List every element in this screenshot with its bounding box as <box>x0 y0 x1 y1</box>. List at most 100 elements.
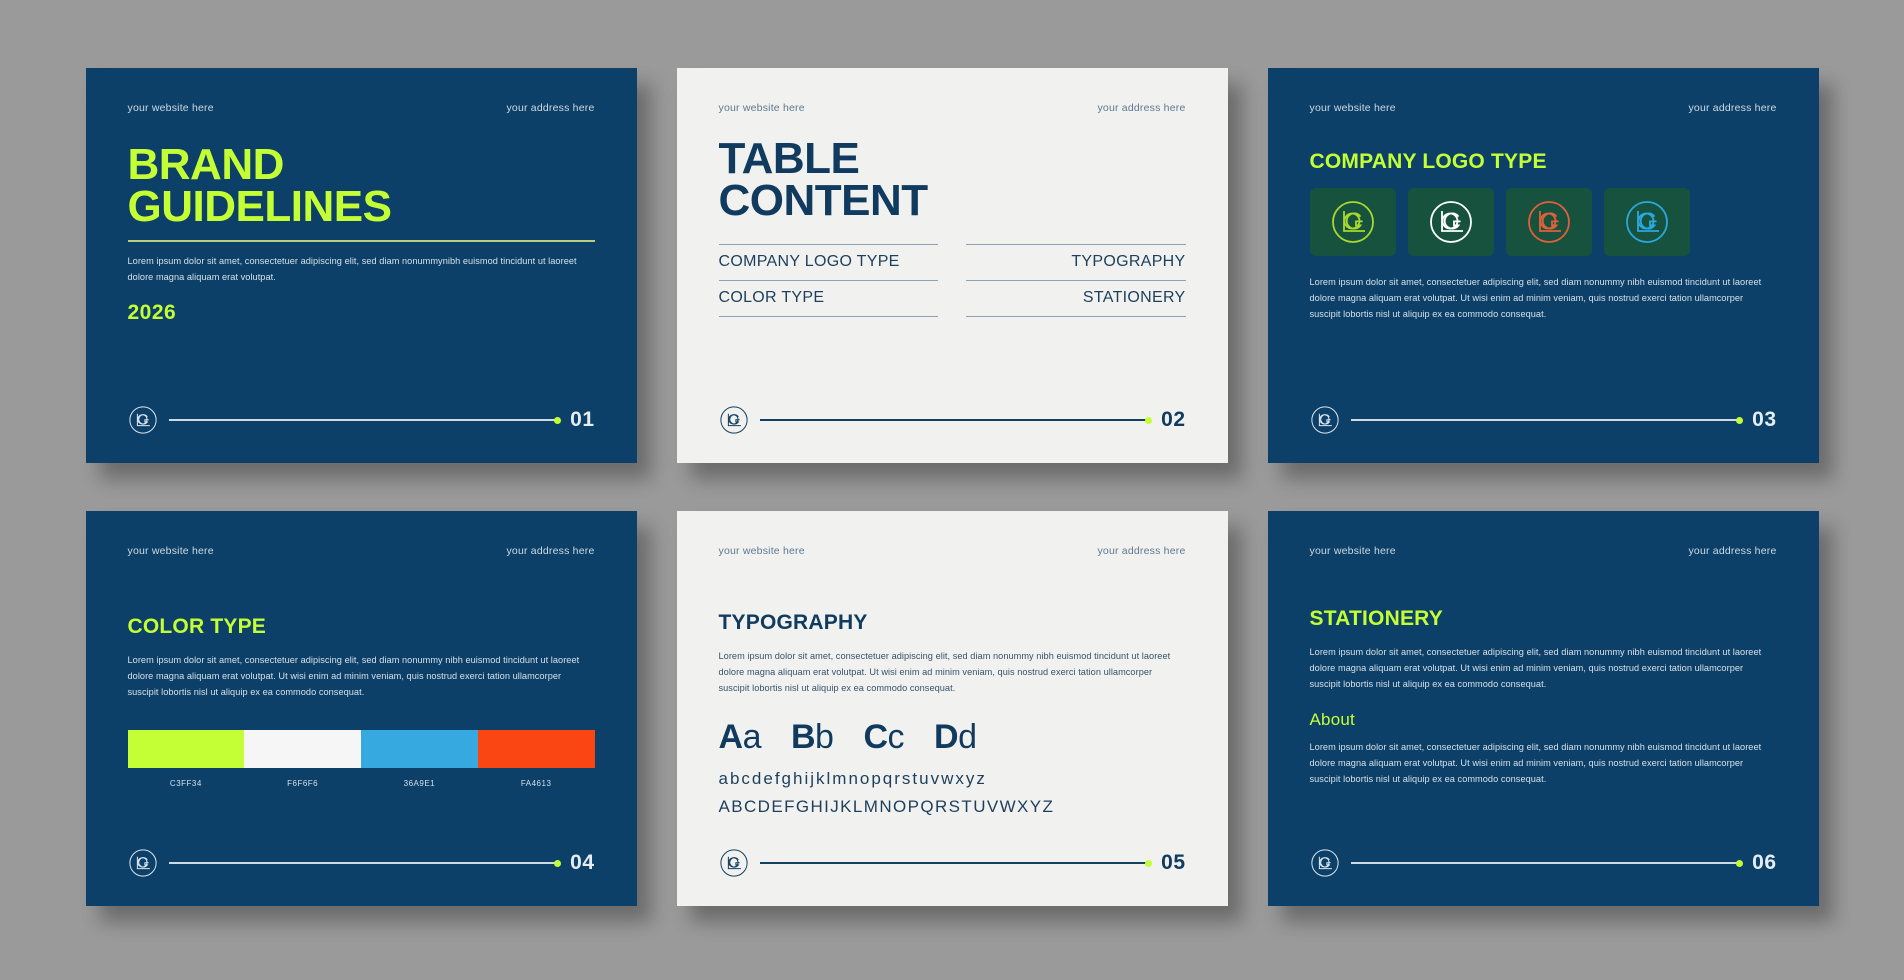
swatch-white[interactable] <box>244 730 361 769</box>
page-number: 05 <box>1161 851 1186 874</box>
cyan-logo-icon <box>1625 201 1668 243</box>
footer-dot-icon <box>1736 859 1744 867</box>
slide-footer: 05 <box>719 840 1186 878</box>
address-label: your address here <box>1097 102 1186 114</box>
page-title: BRAND GUIDELINES <box>128 142 595 228</box>
specimen-upper-a: A <box>718 718 744 757</box>
lime-logo-icon <box>1331 201 1374 243</box>
footer-rule <box>168 416 562 424</box>
typography-description: Lorem ipsum dolor sit amet, consectetuer… <box>718 651 1171 694</box>
toc-item-stationery[interactable]: STATIONERY <box>966 281 1186 318</box>
footer-rule <box>1350 416 1744 424</box>
toc-item-color-type[interactable]: COLOR TYPE <box>718 281 938 318</box>
slide-04-color-type[interactable]: your website here your address here COLO… <box>85 511 637 906</box>
page-title: STATIONERY <box>1309 607 1443 630</box>
address-label: your address here <box>506 545 595 557</box>
page-number: 02 <box>1161 408 1186 431</box>
table-of-contents: COMPANY LOGO TYPE COLOR TYPE TYPOGRAPHY … <box>718 244 1186 318</box>
stationery-description: Lorem ipsum dolor sit amet, consectetuer… <box>1309 647 1762 690</box>
swatch-row <box>127 730 595 769</box>
slide-01-cover[interactable]: your website here your address here BRAN… <box>85 68 637 463</box>
page-title: COMPANY LOGO TYPE <box>1309 150 1547 173</box>
slide-03-company-logo-type[interactable]: your website here your address here COMP… <box>1267 68 1819 463</box>
footer-dot-icon <box>554 859 562 867</box>
lcg-logo-icon <box>128 406 157 434</box>
page-title: COLOR TYPE <box>127 615 267 638</box>
logo-variant-grid <box>1309 188 1777 256</box>
slide-body: BRAND GUIDELINES Lorem ipsum dolor sit a… <box>127 120 595 397</box>
swatch-hex-white: F6F6F6 <box>287 779 319 789</box>
footer-dot-icon <box>1145 416 1153 424</box>
page-title: TYPOGRAPHY <box>718 611 868 634</box>
specimen-aa: Aa <box>718 718 762 757</box>
website-label: your website here <box>127 545 214 557</box>
slide-02-table-content[interactable]: your website here your address here TABL… <box>676 68 1228 463</box>
specimen-dd: Dd <box>934 718 977 757</box>
swatch-hex-blue: 36A9E1 <box>403 779 436 789</box>
lcg-logo-icon <box>128 849 157 877</box>
swatch-orange[interactable] <box>477 730 595 769</box>
toc-item-company-logo-type[interactable]: COMPANY LOGO TYPE <box>718 244 938 282</box>
slide-05-typography[interactable]: your website here your address here TYPO… <box>676 511 1228 906</box>
page-number: 06 <box>1752 851 1777 874</box>
page-number: 03 <box>1752 408 1777 431</box>
alphabet-lowercase: abcdefghijklmnopqrstuvwxyz <box>718 769 987 789</box>
swatch-hex-lime: C3FF34 <box>169 779 202 789</box>
slide-body: COLOR TYPE Lorem ipsum dolor sit amet, c… <box>127 563 595 840</box>
brand-guidelines-deck: your website here your address here BRAN… <box>0 0 1904 980</box>
logo-variant-orange[interactable] <box>1505 188 1592 256</box>
lcg-logo-icon <box>1310 849 1339 877</box>
specimen-lower-b: b <box>815 718 834 757</box>
about-heading: About <box>1309 710 1355 730</box>
logo-variant-lime[interactable] <box>1309 188 1396 256</box>
footer-dot-icon <box>1145 859 1153 867</box>
footer-rule <box>759 416 1153 424</box>
lcg-logo-icon <box>719 849 748 877</box>
specimen-upper-d: D <box>934 718 959 757</box>
logo-variant-cyan[interactable] <box>1603 188 1690 256</box>
slide-footer: 01 <box>128 397 595 435</box>
footer-rule <box>1350 859 1744 867</box>
footer-dot-icon <box>1736 416 1744 424</box>
orange-logo-icon <box>1527 201 1570 243</box>
specimen-lower-a: a <box>742 718 762 757</box>
lcg-logo-icon <box>1310 406 1339 434</box>
slide-footer: 03 <box>1310 397 1777 435</box>
year-label: 2026 <box>127 301 177 325</box>
slide-06-stationery[interactable]: your website here your address here STAT… <box>1267 511 1819 906</box>
logo-description: Lorem ipsum dolor sit amet, consectetuer… <box>1309 277 1762 320</box>
slide-footer: 06 <box>1310 840 1777 878</box>
slide-footer: 02 <box>719 397 1186 435</box>
type-specimen-row: Aa Bb Cc Dd <box>719 718 1186 757</box>
footer-rule <box>168 859 562 867</box>
toc-column-right: TYPOGRAPHY STATIONERY <box>966 244 1186 318</box>
toc-column-left: COMPANY LOGO TYPE COLOR TYPE <box>718 244 938 318</box>
page-number: 01 <box>570 408 595 431</box>
title-line-1: TABLE <box>718 134 860 183</box>
white-logo-icon <box>1429 201 1472 243</box>
slide-footer: 04 <box>128 840 595 878</box>
swatch-blue[interactable] <box>361 730 478 769</box>
color-description: Lorem ipsum dolor sit amet, consectetuer… <box>127 655 580 698</box>
specimen-upper-c: C <box>863 718 888 757</box>
website-label: your website here <box>127 102 214 114</box>
swatch-label-row: C3FF34 F6F6F6 36A9E1 FA4613 <box>128 779 595 788</box>
logo-variant-white[interactable] <box>1407 188 1494 256</box>
specimen-upper-b: B <box>790 718 816 757</box>
specimen-lower-d: d <box>958 718 977 757</box>
slide-header: your website here your address here <box>128 545 595 557</box>
swatch-lime[interactable] <box>127 730 245 769</box>
cover-paragraph: Lorem ipsum dolor sit amet, consectetuer… <box>127 255 577 283</box>
website-label: your website here <box>1309 102 1396 114</box>
specimen-lower-c: c <box>887 718 905 757</box>
slide-body: TABLE CONTENT COMPANY LOGO TYPE COLOR TY… <box>718 120 1186 397</box>
slide-header: your website here your address here <box>719 102 1186 114</box>
slide-body: COMPANY LOGO TYPE Lorem ipsum dolor sit … <box>1309 120 1777 397</box>
toc-item-typography[interactable]: TYPOGRAPHY <box>966 244 1186 282</box>
page-title: TABLE CONTENT <box>718 134 1186 222</box>
about-description: Lorem ipsum dolor sit amet, consectetuer… <box>1309 742 1762 785</box>
swatch-hex-orange: FA4613 <box>520 779 552 789</box>
address-label: your address here <box>1688 102 1777 114</box>
alphabet-uppercase: ABCDEFGHIJKLMNOPQRSTUVWXYZ <box>718 797 1055 817</box>
specimen-cc: Cc <box>863 718 904 757</box>
